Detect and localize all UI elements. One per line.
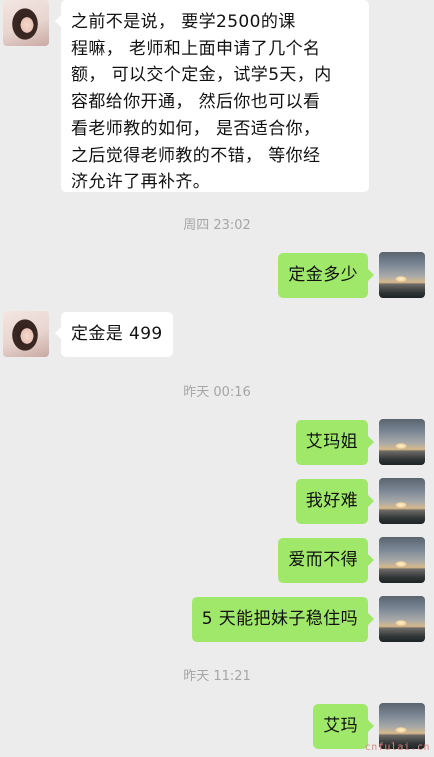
self-avatar[interactable] (379, 596, 425, 642)
watermark: cnfulai.cn (364, 742, 430, 753)
timestamp: 昨天 11:21 (183, 669, 251, 684)
message-bubble-outgoing[interactable]: 艾玛姐 (295, 420, 375, 465)
message-bubble-outgoing[interactable]: 我好难 (295, 479, 375, 524)
message-text: 定金是 499 (71, 324, 163, 344)
message-text: 爱而不得 (288, 550, 358, 570)
message-bubble-incoming[interactable]: 定金是 499 (55, 312, 173, 357)
contact-avatar[interactable] (3, 311, 49, 357)
message-line: 容都给你开通， 然后你也可以看 (71, 92, 321, 113)
message-text: 我好难 (305, 491, 358, 511)
timestamp: 昨天 00:16 (183, 385, 251, 400)
message-text: 艾玛姐 (305, 432, 358, 452)
self-avatar[interactable] (379, 252, 425, 298)
message-bubble-outgoing[interactable]: 定金多少 (278, 253, 374, 298)
timestamp: 周四 23:02 (183, 218, 251, 233)
message-bubble-incoming[interactable]: 之前不是说， 要学2500的课 程嘛， 老师和上面申请了几个名 额， 可以交个定… (55, 0, 369, 192)
self-avatar[interactable] (379, 419, 425, 465)
message-text: 艾玛 (323, 716, 358, 736)
message-text: 5 天能把妹子稳住吗 (201, 609, 358, 629)
self-avatar[interactable] (379, 537, 425, 583)
chat-view: 之前不是说， 要学2500的课 程嘛， 老师和上面申请了几个名 额， 可以交个定… (0, 0, 434, 757)
message-bubble-outgoing[interactable]: 艾玛 (313, 704, 374, 749)
message-line: 程嘛， 老师和上面申请了几个名 (71, 38, 321, 59)
contact-avatar[interactable] (3, 0, 49, 46)
message-line: 之前不是说， 要学2500的课 (71, 12, 296, 32)
message-line: 济允许了再补齐。 (71, 172, 211, 193)
message-line: 额， 可以交个定金，试学5天，内 (71, 65, 332, 86)
message-line: 看老师教的如何， 是否适合你， (71, 118, 321, 139)
self-avatar[interactable] (379, 478, 425, 524)
message-bubble-outgoing[interactable]: 爱而不得 (278, 538, 374, 583)
message-line: 之后觉得老师教的不错， 等你经 (71, 145, 321, 166)
message-bubble-outgoing[interactable]: 5 天能把妹子稳住吗 (191, 597, 375, 642)
message-text: 定金多少 (288, 265, 358, 285)
